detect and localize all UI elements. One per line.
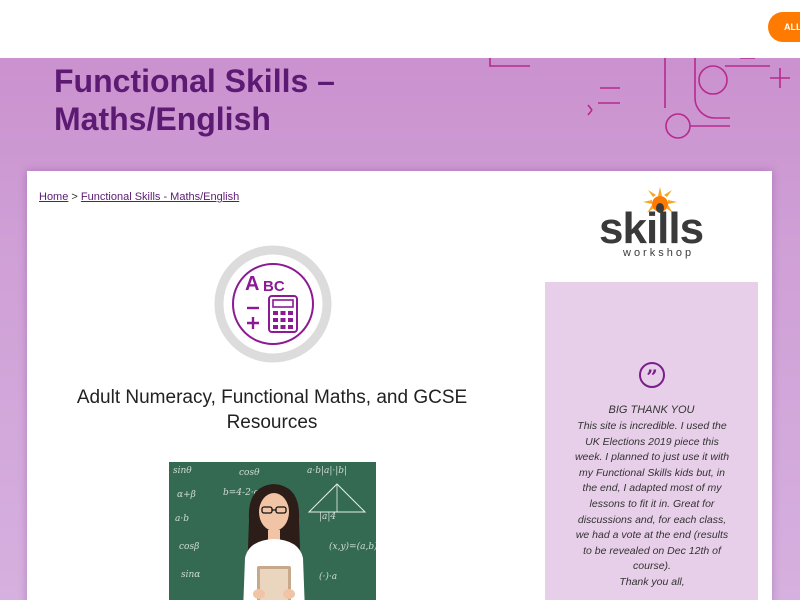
breadcrumb-home-link[interactable]: Home [39,191,68,203]
section-subtitle: Adult Numeracy, Functional Maths, and GC… [76,387,468,433]
badge-letter-a: A [245,273,259,295]
skills-workshop-logo[interactable]: skills workshop [599,187,714,262]
page-title: Functional Skills – Maths/English [54,63,335,137]
student-figure [243,484,305,600]
breadcrumb-separator: > [71,191,78,203]
logo-word: skills [599,204,704,253]
top-navigation-bar: ALL [0,0,800,58]
student-chalkboard-photo: sinθ cosθ a·b|a|·|b| α+β b=4-2·cos a·b |… [169,462,376,600]
badge-letters-bc: BC [263,278,285,295]
quote-icon: ” [639,362,665,389]
decorative-shapes [489,58,790,139]
breadcrumb: Home > Functional Skills - Maths/English [39,191,239,203]
testimonial-body: This site is incredible. I used the UK E… [571,419,733,591]
logo-subword: workshop [623,247,695,259]
testimonial-text: This site is incredible. I used the UK E… [574,420,730,573]
testimonial-signoff: Thank you all, [619,575,685,588]
abc-calculator-icon: A BC [214,245,332,363]
testimonial-title: BIG THANK YOU [608,404,695,416]
breadcrumb-current-link[interactable]: Functional Skills - Maths/English [81,191,239,203]
content-card: Home > Functional Skills - Maths/English… [27,171,772,600]
testimonial-panel: ” BIG THANK YOU This site is incredible.… [545,282,758,600]
all-button[interactable]: ALL [768,12,800,42]
